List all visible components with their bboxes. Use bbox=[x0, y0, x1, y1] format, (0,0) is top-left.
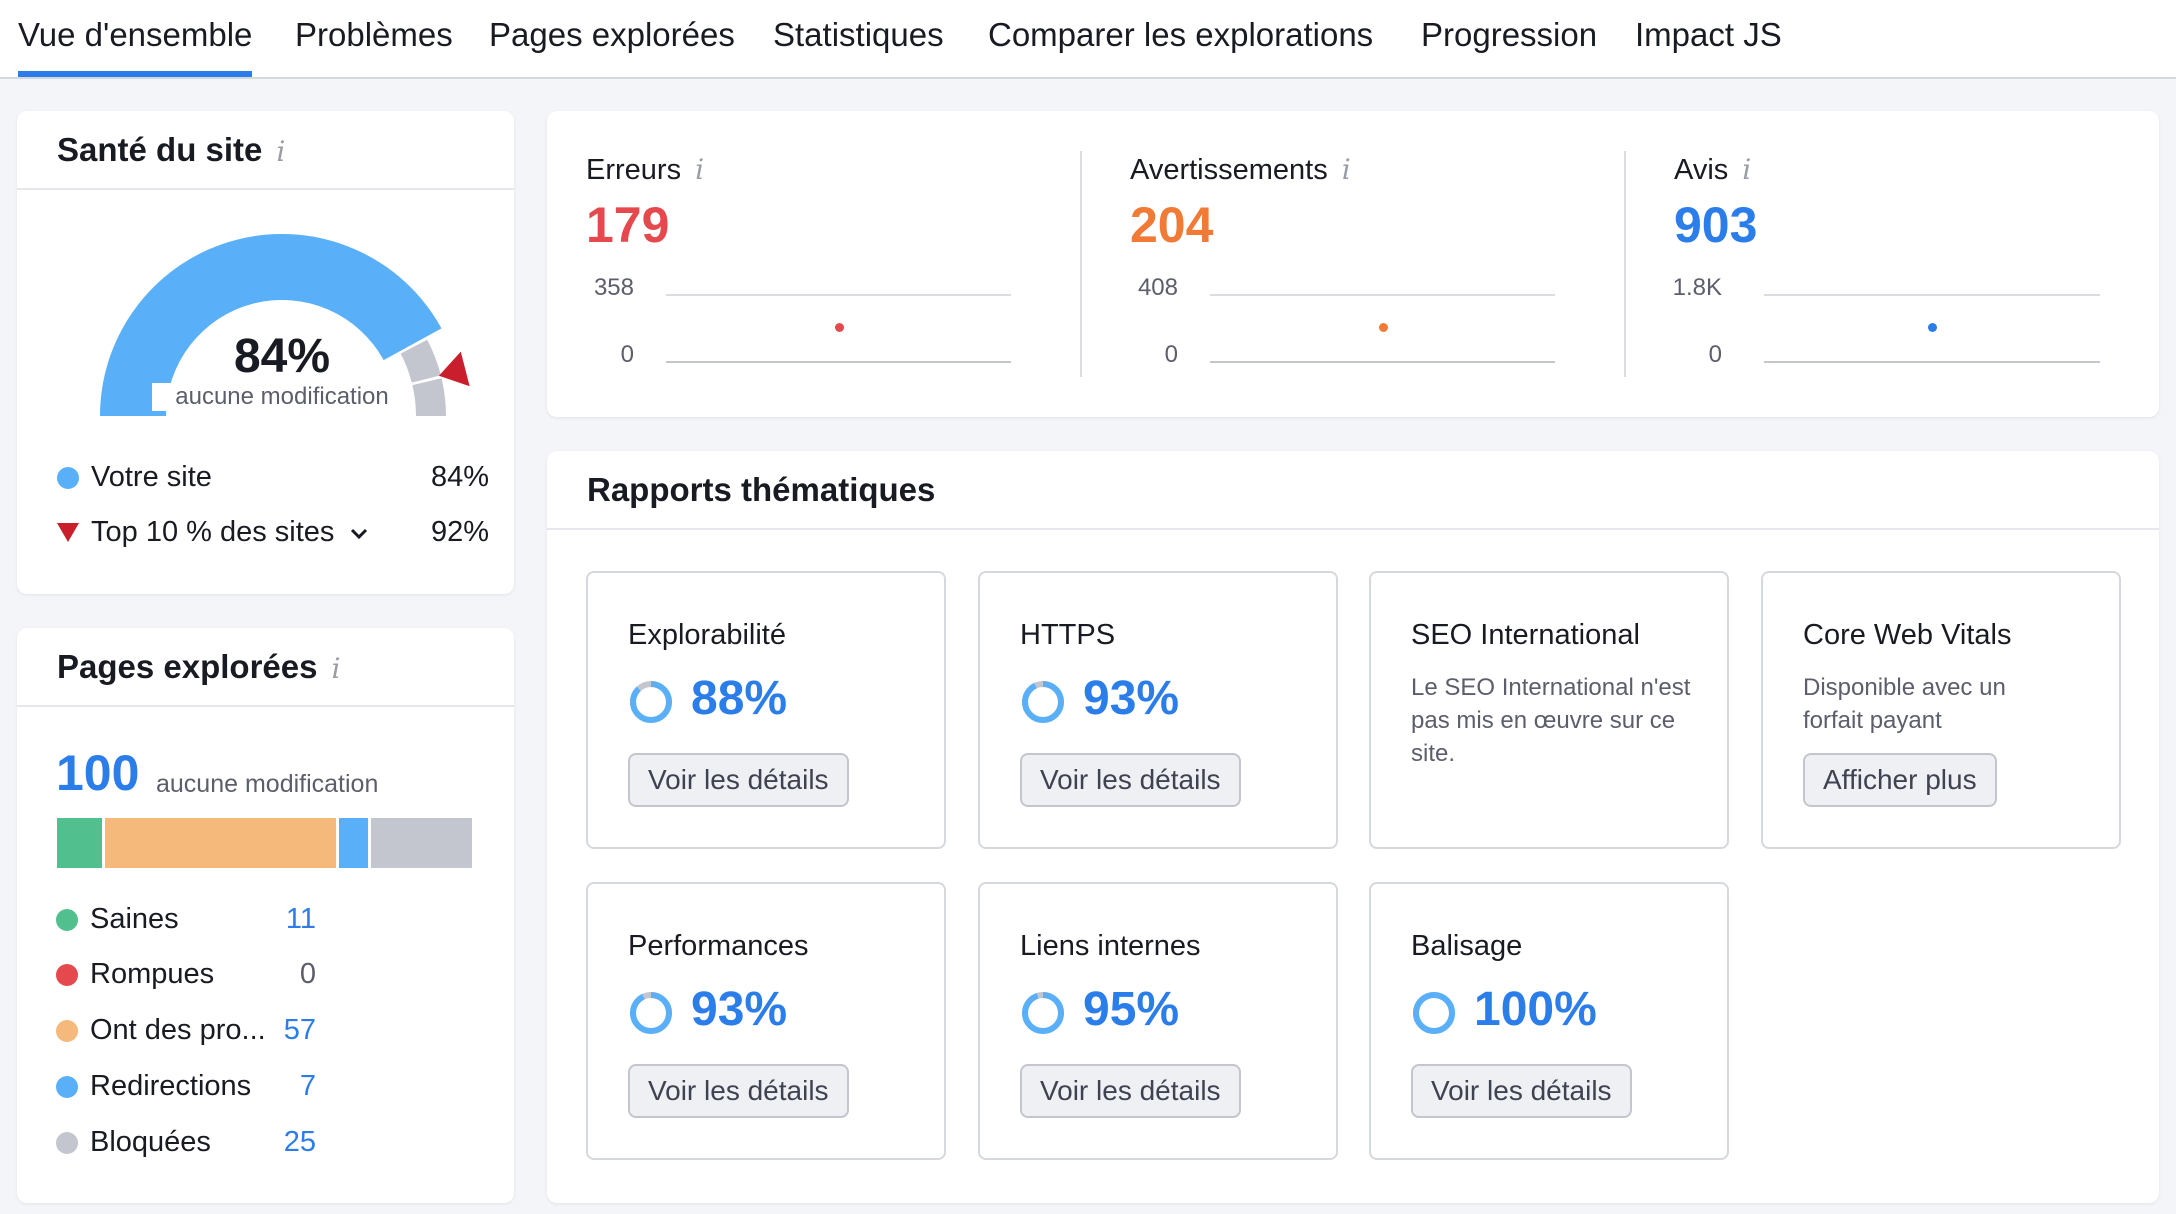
tab-overview[interactable]: Vue d'ensemble bbox=[18, 16, 253, 77]
separator bbox=[1624, 151, 1626, 377]
gauge-top10-marker bbox=[438, 351, 470, 387]
notices-axis-max: 1.8K bbox=[1672, 274, 1722, 301]
pages-item-issues: Ont des pro... 57 bbox=[56, 1014, 316, 1047]
divider bbox=[17, 705, 514, 707]
crawled-pages-change: aucune modification bbox=[156, 770, 379, 798]
healthy-dot bbox=[56, 908, 78, 931]
tab-js-impact[interactable]: Impact JS bbox=[1635, 16, 1782, 77]
issues-dot bbox=[56, 1019, 78, 1042]
pages-item-healthy: Saines 11 bbox=[56, 903, 316, 936]
redirects-dot bbox=[56, 1075, 78, 1098]
health-change: aucune modification bbox=[152, 383, 412, 411]
separator bbox=[1080, 151, 1082, 377]
tab-statistics[interactable]: Statistiques bbox=[773, 16, 944, 77]
info-icon[interactable]: i bbox=[695, 153, 704, 186]
report-card-internal-links: Liens internes 95% Voir les détails bbox=[978, 882, 1338, 1160]
warnings-grid-base bbox=[1210, 361, 1555, 363]
redirects-count-link[interactable]: 7 bbox=[300, 1070, 316, 1103]
tab-issues[interactable]: Problèmes bbox=[295, 16, 453, 77]
progress-ring-icon bbox=[1022, 992, 1064, 1034]
info-icon[interactable]: i bbox=[1342, 153, 1351, 186]
errors-data-point[interactable] bbox=[835, 323, 844, 332]
notices-label: Avis i bbox=[1674, 153, 1752, 186]
info-icon[interactable]: i bbox=[1742, 153, 1751, 186]
tab-compare-crawls[interactable]: Comparer les explorations bbox=[988, 16, 1373, 77]
notices-grid-base bbox=[1764, 361, 2100, 363]
view-details-button[interactable]: Voir les détails bbox=[628, 753, 849, 807]
warnings-data-point[interactable] bbox=[1379, 323, 1388, 332]
progress-ring-icon bbox=[630, 681, 672, 723]
notices-data-point[interactable] bbox=[1928, 322, 1937, 332]
divider bbox=[17, 188, 514, 190]
errors-grid-base bbox=[666, 361, 1011, 363]
bar-segment-issues[interactable] bbox=[104, 818, 337, 868]
pages-distribution-bar bbox=[57, 818, 472, 868]
your-site-dot bbox=[57, 466, 79, 489]
healthy-count-link[interactable]: 11 bbox=[286, 903, 316, 936]
broken-count: 0 bbox=[299, 958, 316, 990]
site-health-card: Santé du site i 84% aucune modification V… bbox=[17, 111, 514, 594]
warnings-grid-top bbox=[1210, 294, 1555, 296]
view-details-button[interactable]: Voir les détails bbox=[1411, 1064, 1632, 1118]
health-score: 84% bbox=[233, 330, 331, 383]
legend-top10[interactable]: Top 10 % des sites 92% bbox=[57, 516, 489, 549]
blocked-dot bbox=[56, 1131, 78, 1154]
info-icon[interactable]: i bbox=[276, 135, 285, 168]
bar-segment-redirects[interactable] bbox=[339, 818, 368, 868]
view-details-button[interactable]: Voir les détails bbox=[1020, 1064, 1241, 1118]
crawled-pages-title: Pages explorées i bbox=[57, 648, 341, 685]
report-card-markup: Balisage 100% Voir les détails bbox=[1369, 882, 1729, 1160]
issues-summary-card bbox=[547, 111, 2159, 417]
progress-ring-icon bbox=[1022, 681, 1064, 723]
errors-grid-top bbox=[666, 294, 1011, 296]
errors-count[interactable]: 179 bbox=[586, 196, 669, 254]
info-icon[interactable]: i bbox=[332, 652, 341, 685]
warnings-count[interactable]: 204 bbox=[1130, 196, 1213, 254]
notices-axis-min: 0 bbox=[1708, 341, 1722, 368]
site-health-title: Santé du site i bbox=[57, 131, 286, 168]
errors-label: Erreurs i bbox=[586, 153, 705, 186]
pages-item-redirects: Redirections 7 bbox=[56, 1070, 316, 1103]
divider bbox=[547, 528, 2159, 530]
crawled-pages-count[interactable]: 100 bbox=[56, 744, 139, 802]
tab-bar: Vue d'ensemble Problèmes Pages explorées… bbox=[0, 0, 2176, 79]
warnings-axis-min: 0 bbox=[1164, 341, 1178, 368]
warnings-axis-max: 408 bbox=[1137, 274, 1178, 301]
report-card-core-web-vitals: Core Web Vitals Disponible avec un forfa… bbox=[1761, 571, 2121, 849]
legend-your-site: Votre site 84% bbox=[57, 461, 489, 494]
tab-progress[interactable]: Progression bbox=[1421, 16, 1597, 77]
report-card-performance: Performances 93% Voir les détails bbox=[586, 882, 946, 1160]
errors-axis-min: 0 bbox=[620, 341, 634, 368]
bar-segment-blocked[interactable] bbox=[370, 818, 472, 868]
tab-crawled-pages[interactable]: Pages explorées bbox=[489, 16, 735, 77]
chevron-down-icon[interactable] bbox=[348, 522, 370, 544]
report-card-international-seo: SEO International Le SEO International n… bbox=[1369, 571, 1729, 849]
broken-dot bbox=[56, 963, 78, 986]
gauge-remaining-arc bbox=[412, 378, 446, 416]
view-details-button[interactable]: Voir les détails bbox=[628, 1064, 849, 1118]
pages-item-broken: Rompues 0 bbox=[56, 958, 316, 991]
report-card-crawlability: Explorabilité 88% Voir les détails bbox=[586, 571, 946, 849]
warnings-label: Avertissements i bbox=[1130, 153, 1351, 186]
errors-axis-max: 358 bbox=[593, 274, 634, 301]
pages-item-blocked: Bloquées 25 bbox=[56, 1126, 316, 1159]
thematic-reports-title: Rapports thématiques bbox=[587, 471, 936, 508]
report-card-https: HTTPS 93% Voir les détails bbox=[978, 571, 1338, 849]
blocked-count-link[interactable]: 25 bbox=[284, 1126, 316, 1159]
top10-marker-icon bbox=[57, 523, 79, 542]
thematic-reports-card: Rapports thématiques Explorabilité 88% V… bbox=[547, 451, 2159, 1203]
progress-ring-icon bbox=[630, 992, 672, 1034]
bar-segment-healthy[interactable] bbox=[57, 818, 102, 868]
progress-ring-icon bbox=[1413, 992, 1455, 1034]
view-details-button[interactable]: Voir les détails bbox=[1020, 753, 1241, 807]
notices-grid-top bbox=[1764, 294, 2100, 296]
notices-count[interactable]: 903 bbox=[1674, 196, 1757, 254]
issues-count-link[interactable]: 57 bbox=[284, 1014, 316, 1047]
show-more-button[interactable]: Afficher plus bbox=[1803, 753, 1997, 807]
